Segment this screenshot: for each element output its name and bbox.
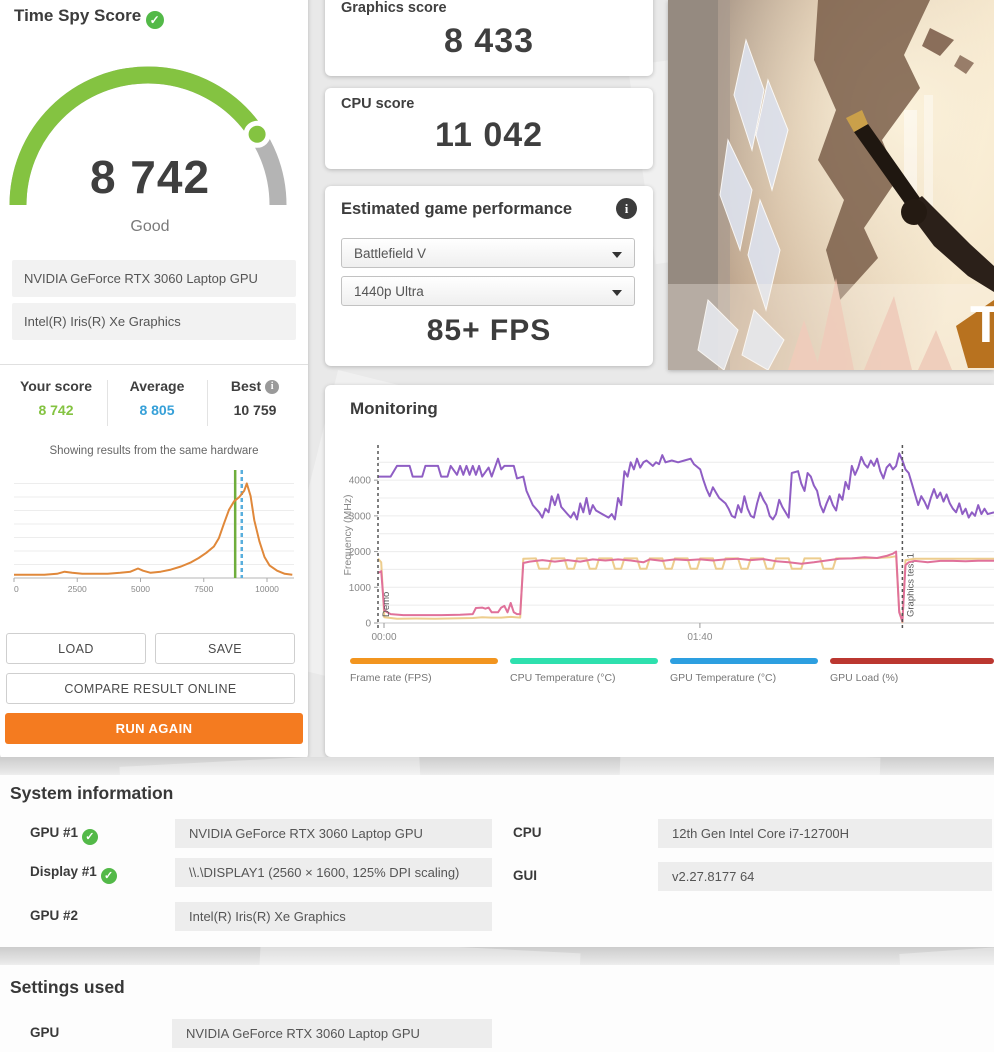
divider: [207, 380, 208, 426]
legend-label: GPU Load (%): [830, 672, 899, 684]
legend-color-bar: [670, 658, 818, 664]
display1-value: \\.\DISPLAY1 (2560 × 1600, 125% DPI scal…: [175, 858, 492, 887]
svg-text:Graphics tes. 1: Graphics tes. 1: [905, 553, 916, 617]
svg-text:00:00: 00:00: [371, 632, 396, 643]
gpu1-label: GPU #1 ✓: [30, 825, 98, 845]
gpu1-name: NVIDIA GeForce RTX 3060 Laptop GPU: [12, 260, 296, 297]
svg-text:0: 0: [14, 584, 19, 594]
game-performance-info-icon[interactable]: i: [616, 198, 637, 219]
section-divider: [0, 757, 994, 775]
divider: [0, 364, 308, 365]
graphics-score-value: 8 433: [443, 22, 535, 60]
gpu1-value: NVIDIA GeForce RTX 3060 Laptop GPU: [175, 819, 492, 848]
settings-used-heading: Settings used: [10, 977, 125, 997]
hardware-histogram-chart: 0 2500 5000 7500 10000: [13, 470, 294, 594]
verified-check-icon: ✓: [145, 11, 164, 29]
svg-text:5000: 5000: [131, 584, 150, 594]
cpu-score-label: CPU score: [341, 96, 415, 112]
svg-text:1000: 1000: [349, 583, 372, 594]
estimated-fps: 85+ FPS: [426, 314, 552, 347]
game-select[interactable]: Battlefield V: [341, 238, 635, 268]
svg-text:Demo: Demo: [381, 592, 392, 617]
gauge-knob-icon: [243, 120, 271, 148]
legend-label: GPU Temperature (°C): [670, 672, 777, 684]
legend-color-bar: [350, 658, 498, 664]
gui-value: v2.27.8177 64: [658, 862, 992, 891]
settings-gpu-label: GPU: [30, 1025, 60, 1040]
artwork-overlay-letter: T: [970, 296, 994, 354]
your-score-value: 8 742: [38, 402, 74, 418]
svg-text:0: 0: [365, 619, 371, 630]
timespy-score-panel: Time Spy Score ✓ 8 742 Good NVIDIA GeFor…: [0, 0, 308, 760]
graphics-score-label: Graphics score: [341, 0, 447, 16]
cpu-score-value: 11 042: [434, 116, 544, 154]
panel-title: Time Spy Score: [14, 6, 142, 25]
gpu2-label: GPU #2: [30, 908, 79, 923]
section-divider: [0, 947, 994, 965]
game-performance-card: Estimated game performance i Battlefield…: [325, 186, 653, 366]
system-info-section: System information GPU #1 ✓ NVIDIA GeFor…: [0, 775, 994, 947]
run-again-button[interactable]: RUN AGAIN: [5, 713, 303, 744]
legend-label: Frame rate (FPS): [350, 672, 432, 684]
legend-color-bar: [510, 658, 658, 664]
average-score-cell: Average 8 805: [112, 378, 202, 418]
gpu2-value: Intel(R) Iris(R) Xe Graphics: [175, 902, 492, 931]
histogram-title: Showing results from the same hardware: [49, 445, 259, 457]
best-score-cell: Best i 10 759: [210, 378, 300, 418]
monitoring-y-axis-label: Frequency (MHz): [342, 494, 354, 575]
overall-score: 8 742: [89, 151, 211, 203]
settings-gpu-value: NVIDIA GeForce RTX 3060 Laptop GPU: [172, 1019, 492, 1048]
display1-label: Display #1 ✓: [30, 864, 117, 884]
preset-select-value: 1440p Ultra: [354, 284, 424, 299]
legend-frame-rate[interactable]: Frame rate (FPS): [350, 658, 498, 684]
your-score-cell: Your score 8 742: [10, 378, 102, 418]
game-select-value: Battlefield V: [354, 246, 427, 261]
svg-text:7500: 7500: [194, 584, 213, 594]
your-score-label: Your score: [19, 378, 93, 394]
chevron-down-icon: [612, 252, 622, 258]
legend-label: CPU Temperature (°C): [510, 672, 616, 684]
svg-text:10000: 10000: [255, 584, 279, 594]
divider: [107, 380, 108, 426]
preset-select[interactable]: 1440p Ultra: [341, 276, 635, 306]
legend-color-bar: [830, 658, 994, 664]
gui-label: GUI: [513, 868, 538, 883]
verified-check-icon: ✓: [81, 829, 98, 845]
legend-gpu-load[interactable]: GPU Load (%): [830, 658, 994, 684]
compare-result-online-button[interactable]: COMPARE RESULT ONLINE: [6, 673, 295, 704]
best-score-value: 10 759: [233, 402, 277, 418]
score-rating: Good: [130, 218, 170, 235]
cpu-value: 12th Gen Intel Core i7-12700H: [658, 819, 992, 848]
graphics-score-card: Graphics score 8 433: [325, 0, 653, 76]
svg-text:01:40: 01:40: [687, 632, 712, 643]
average-score-value: 8 805: [139, 402, 175, 418]
gpu2-name: Intel(R) Iris(R) Xe Graphics: [12, 303, 296, 340]
legend-cpu-temperature[interactable]: CPU Temperature (°C): [510, 658, 658, 684]
svg-text:4000: 4000: [349, 476, 372, 487]
average-score-label: Average: [129, 378, 185, 394]
legend-gpu-temperature[interactable]: GPU Temperature (°C): [670, 658, 818, 684]
load-button[interactable]: LOAD: [6, 633, 146, 664]
game-performance-title: Estimated game performance: [341, 200, 573, 218]
chevron-down-icon: [612, 290, 622, 296]
svg-text:2500: 2500: [68, 584, 87, 594]
verified-check-icon: ✓: [100, 868, 117, 884]
monitoring-card: Monitoring 0 1000 2000 3000 4000 00:00 01:40 D…: [325, 385, 994, 757]
best-score-label: Best i: [210, 378, 300, 394]
system-info-heading: System information: [10, 783, 174, 803]
best-info-icon[interactable]: i: [265, 380, 280, 394]
settings-used-section: Settings used GPU NVIDIA GeForce RTX 306…: [0, 965, 994, 1052]
cpu-label: CPU: [513, 825, 542, 840]
monitoring-chart: 0100020003000400000:00 01:40 Demo Graphics…: [342, 445, 994, 643]
cpu-score-card: CPU score 11 042: [325, 88, 653, 169]
timespy-artwork: T: [668, 0, 994, 370]
save-button[interactable]: SAVE: [155, 633, 295, 664]
